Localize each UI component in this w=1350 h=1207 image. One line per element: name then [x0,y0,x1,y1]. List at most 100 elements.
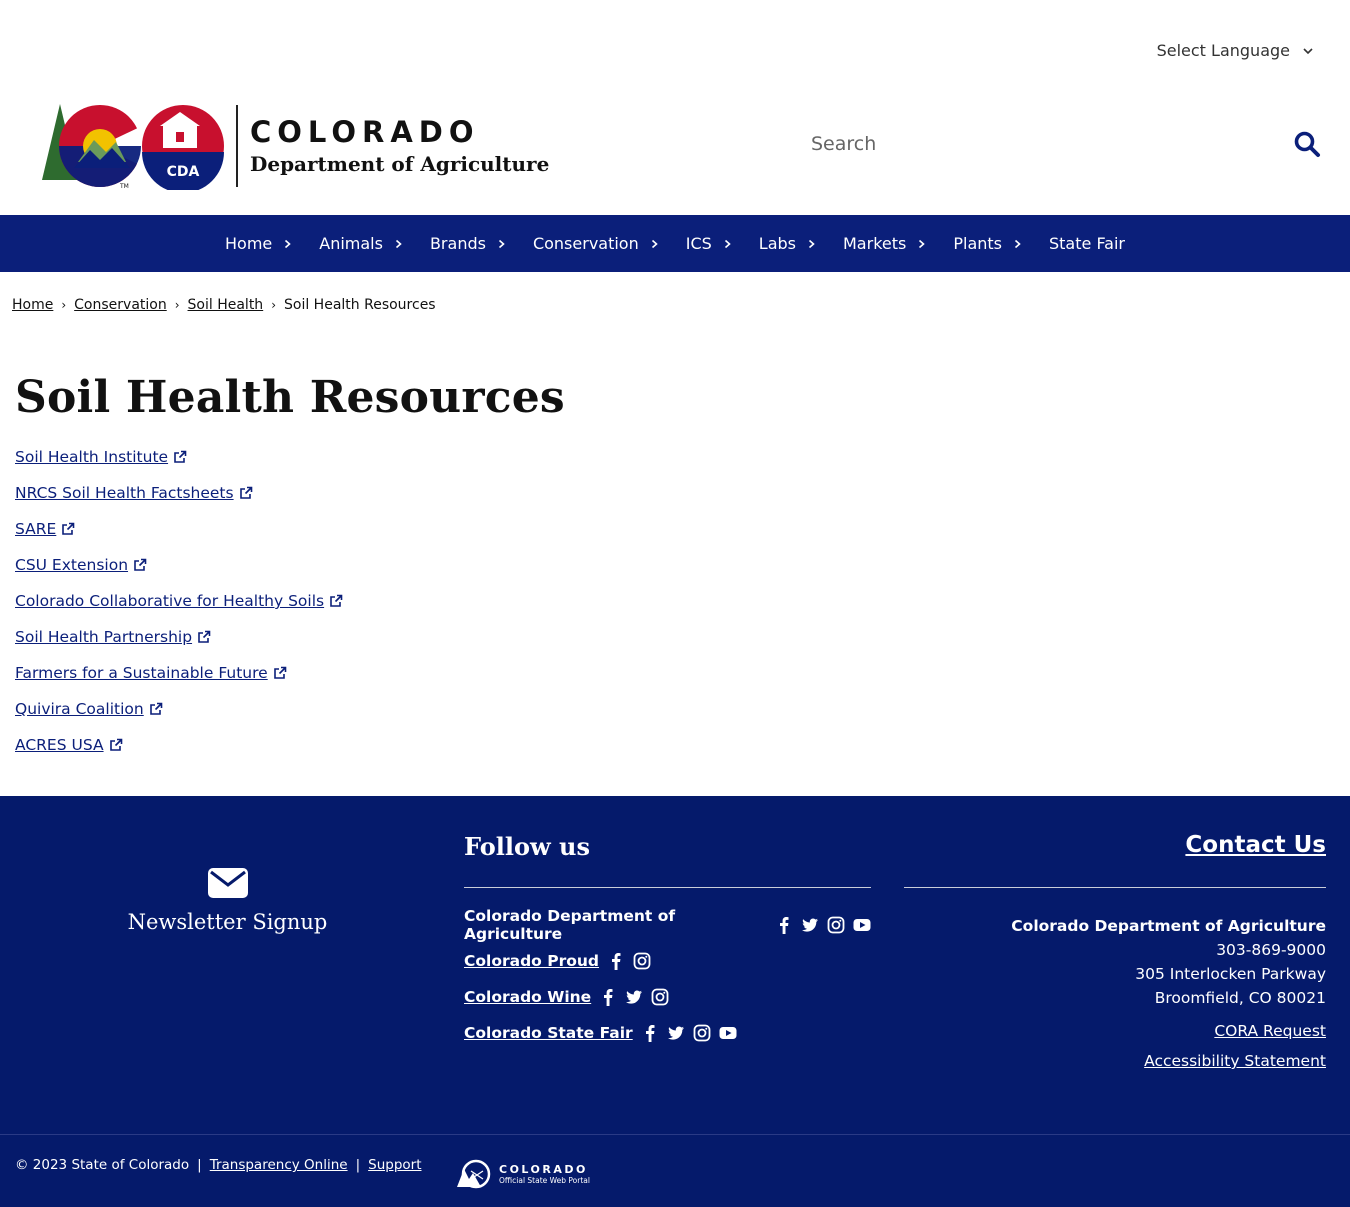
nav-item-label: ICS [685,234,712,253]
language-select-label: Select Language [1156,41,1290,60]
cda-logo[interactable]: TM CDA COLORADO Department of Agricultur… [30,102,550,193]
chevron-right-icon [395,239,402,248]
resource-link[interactable]: Quivira Coalition [15,700,163,718]
resource-link-label: Soil Health Institute [15,448,169,466]
resource-link[interactable]: Soil Health Partnership [15,628,211,646]
support-link[interactable]: Support [368,1157,421,1173]
social-icons [607,952,651,970]
transparency-online-link[interactable]: Transparency Online [210,1157,348,1173]
nav-item-label: Markets [843,234,907,253]
breadcrumb-item-conservation[interactable]: Conservation [74,297,167,313]
list-item: Quivira Coalition [15,700,343,736]
logo-marks: TM CDA [30,102,230,193]
social-row: Colorado Wine [464,986,871,1008]
footer-bottom: © 2023 State of Colorado | Transparency … [0,1134,1350,1207]
chevron-right-icon: › [174,298,180,312]
social-name[interactable]: Colorado State Fair [464,1024,633,1042]
logo-title: COLORADO [250,115,480,149]
social-icons [599,988,669,1006]
colorado-portal-logo[interactable]: COLORADO Official State Web Portal [455,1159,590,1189]
resource-link[interactable]: CSU Extension [15,556,147,574]
instagram-icon[interactable] [633,952,651,970]
twitter-icon[interactable] [667,1024,685,1042]
newsletter-signup[interactable]: Newsletter Signup [0,866,455,934]
nav-item-labs[interactable]: Labs [759,234,819,253]
resource-link-label: SARE [15,520,57,538]
resource-link[interactable]: SARE [15,520,75,538]
instagram-icon[interactable] [827,916,845,934]
nav-item-animals[interactable]: Animals [319,234,406,253]
list-item: SARE [15,520,343,556]
youtube-icon[interactable] [853,916,871,934]
chevron-right-icon [498,239,505,248]
search-icon[interactable] [1293,130,1321,158]
social-name[interactable]: Colorado Wine [464,988,591,1006]
site-header: TM CDA COLORADO Department of Agricultur… [0,92,1350,202]
contact-address-line1: 305 Interlocken Parkway [1135,965,1326,983]
portal-text: COLORADO Official State Web Portal [499,1163,590,1186]
resource-link[interactable]: ACRES USA [15,736,123,754]
list-item: NRCS Soil Health Factsheets [15,484,343,520]
facebook-icon[interactable] [775,916,793,934]
youtube-icon[interactable] [719,1024,737,1042]
accessibility-statement-link[interactable]: Accessibility Statement [904,1052,1326,1070]
contact-block: Colorado Department of Agriculture 303-8… [904,914,1326,1010]
cora-request-link[interactable]: CORA Request [904,1022,1326,1040]
follow-title: Follow us [464,832,590,861]
chevron-right-icon [724,239,731,248]
list-item: Colorado Collaborative for Healthy Soils [15,592,343,628]
separator: | [197,1157,202,1173]
nav-item-ics[interactable]: ICS [686,234,735,253]
newsletter-label: Newsletter Signup [127,910,328,934]
external-link-icon [198,630,211,643]
nav-item-plants[interactable]: Plants [953,234,1025,253]
search-input[interactable] [800,124,1270,164]
list-item: CSU Extension [15,556,343,592]
breadcrumb-item-home[interactable]: Home [12,297,53,313]
language-select[interactable]: Select Language [1157,41,1314,60]
resource-link[interactable]: NRCS Soil Health Factsheets [15,484,253,502]
search-form [800,122,1325,166]
list-item: ACRES USA [15,736,343,772]
resource-link-label: CSU Extension [15,556,129,574]
facebook-icon[interactable] [607,952,625,970]
nav-item-label: Home [225,234,273,253]
social-row: Colorado Proud [464,950,871,972]
contact-us-link[interactable]: Contact Us [1185,832,1326,858]
chevron-down-icon [1303,47,1313,54]
nav-item-markets[interactable]: Markets [843,234,929,253]
facebook-icon[interactable] [641,1024,659,1042]
nav-item-label: Brands [429,234,486,253]
portal-subtitle: Official State Web Portal [499,1175,590,1185]
logo-divider [236,105,238,187]
social-icons [775,916,871,934]
external-link-icon [273,666,286,679]
facebook-icon[interactable] [599,988,617,1006]
resource-link[interactable]: Farmers for a Sustainable Future [15,664,287,682]
social-name[interactable]: Colorado Proud [464,952,599,970]
social-icons [641,1024,737,1042]
chevron-right-icon [919,239,926,248]
copyright-text: © 2023 State of Colorado [15,1157,190,1173]
chevron-right-icon: › [271,298,276,312]
instagram-icon[interactable] [693,1024,711,1042]
resource-link-label: Colorado Collaborative for Healthy Soils [15,592,325,610]
chevron-right-icon: › [61,298,67,312]
twitter-icon[interactable] [801,916,819,934]
copyright-bar: © 2023 State of Colorado | Transparency … [15,1157,422,1173]
nav-item-label: Plants [953,234,1002,253]
nav-item-brands[interactable]: Brands [430,234,509,253]
resource-link[interactable]: Soil Health Institute [15,448,187,466]
nav-item-conservation[interactable]: Conservation [533,234,662,253]
resource-link[interactable]: Colorado Collaborative for Healthy Soils [15,592,343,610]
external-link-icon [174,450,187,463]
breadcrumb-item-soil-health[interactable]: Soil Health [188,297,264,313]
resource-links: Soil Health Institute NRCS Soil Health Fa… [15,448,343,772]
nav-item-state-fair[interactable]: State Fair [1049,234,1125,253]
resource-link-label: Quivira Coalition [15,700,144,718]
twitter-icon[interactable] [625,988,643,1006]
instagram-icon[interactable] [651,988,669,1006]
logo-subtitle: Department of Agriculture [250,152,550,176]
colorado-portal-icon [457,1159,491,1189]
nav-item-home[interactable]: Home [225,234,295,253]
